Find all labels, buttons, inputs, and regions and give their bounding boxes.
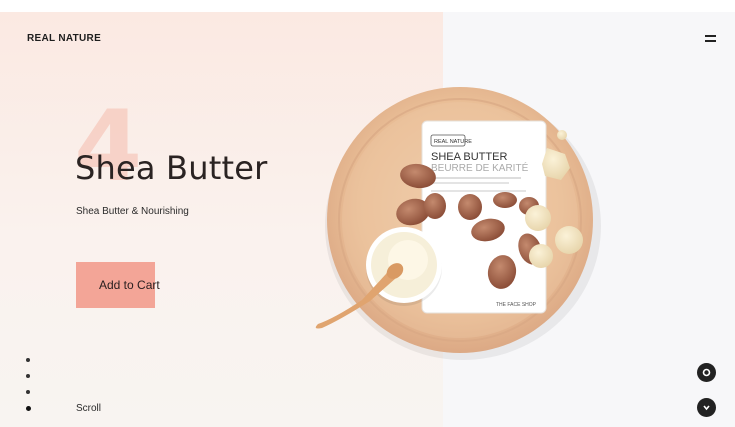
top-strip <box>0 0 735 12</box>
package-name: SHEA BUTTER <box>431 151 507 163</box>
scroll-hint[interactable]: Scroll <box>76 403 101 414</box>
add-to-cart-label[interactable]: Add to Cart <box>99 278 160 292</box>
brand-logo[interactable]: REAL NATURE <box>27 33 101 44</box>
chevron-down-icon <box>703 405 710 411</box>
circle-button[interactable] <box>697 363 716 382</box>
package-maker: THE FACE SHOP <box>496 302 537 308</box>
product-photo: REAL NATURE SHEA BUTTER BEURRE DE KARITÉ… <box>315 87 601 360</box>
pager-dot[interactable] <box>26 390 30 394</box>
slide-pager <box>25 358 31 423</box>
pager-dot-active[interactable] <box>25 406 31 411</box>
package-name-fr: BEURRE DE KARITÉ <box>431 161 529 174</box>
product-title: Shea Butter <box>75 149 268 187</box>
pager-dot[interactable] <box>26 358 30 362</box>
package-tag: REAL NATURE <box>434 139 472 145</box>
hamburger-icon[interactable] <box>705 35 716 43</box>
circle-icon <box>702 368 711 377</box>
pager-dot[interactable] <box>26 374 30 378</box>
product-subtitle: Shea Butter & Nourishing <box>76 206 189 217</box>
scroll-down-button[interactable] <box>697 398 716 417</box>
